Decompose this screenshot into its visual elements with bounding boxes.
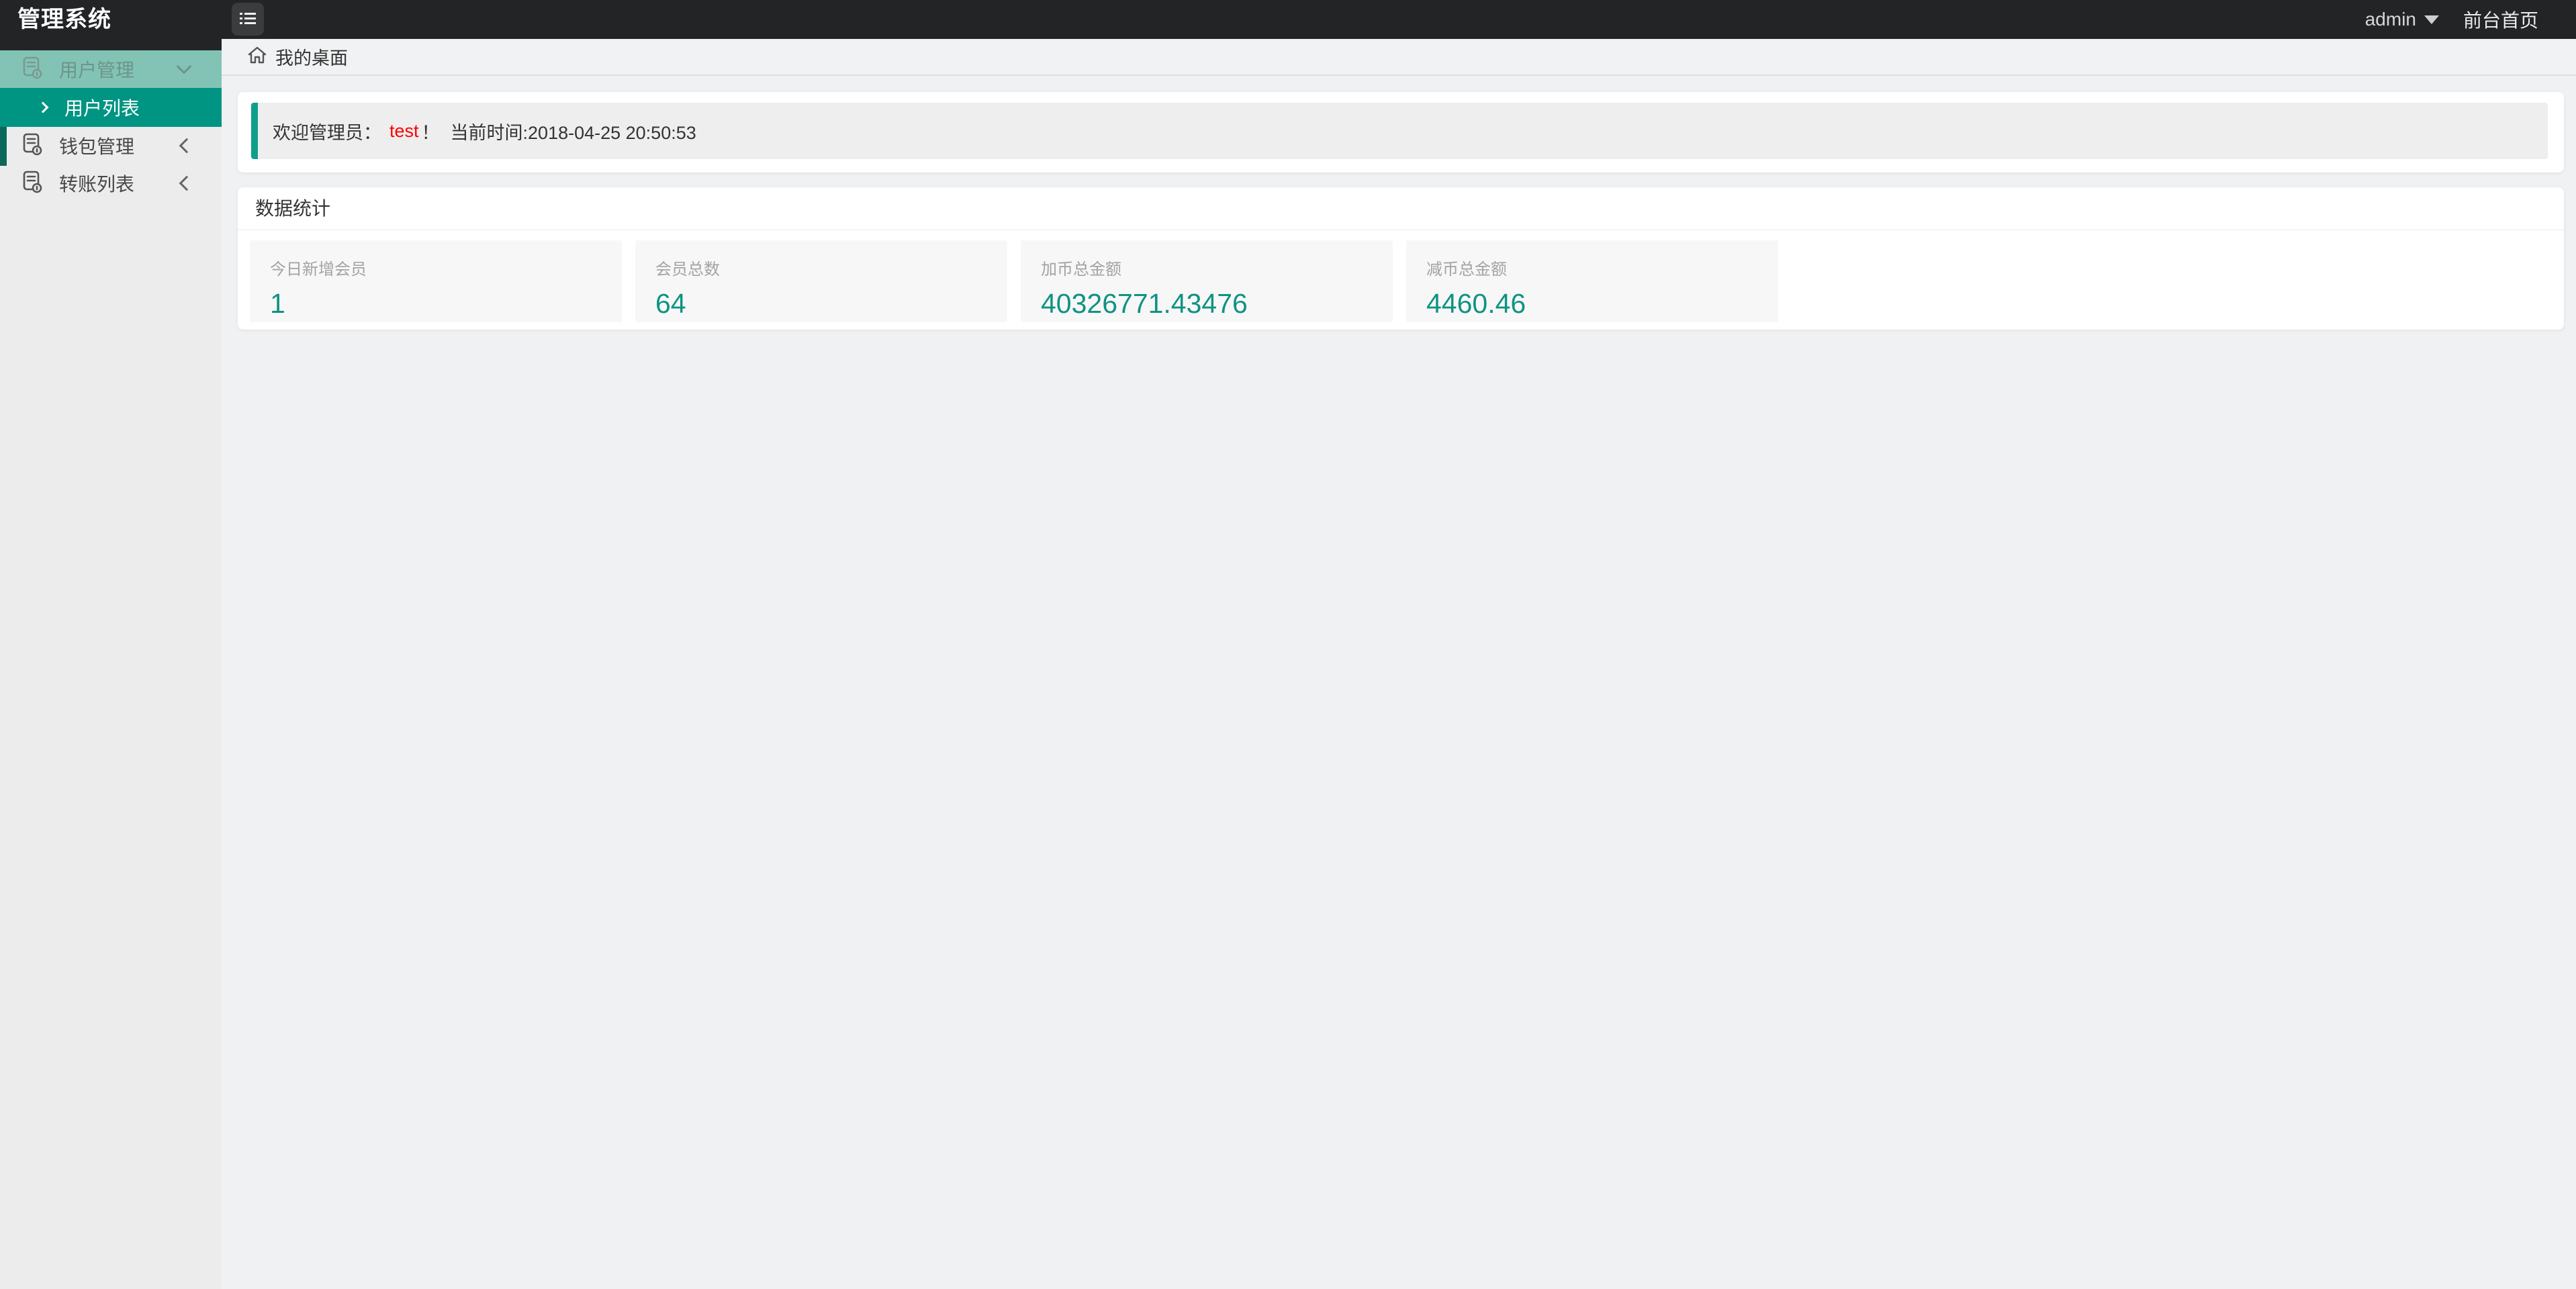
sidebar-group-transfer-list[interactable]: 转账列表 bbox=[0, 164, 222, 202]
sidebar-group-label: 转账列表 bbox=[59, 174, 135, 195]
welcome-alert: 欢迎管理员： test ！ 当前时间:2018-04-25 20:50:53 bbox=[251, 103, 2548, 159]
welcome-bang: ！ bbox=[421, 122, 440, 143]
welcome-panel: 欢迎管理员： test ！ 当前时间:2018-04-25 20:50:53 bbox=[238, 92, 2564, 173]
stat-card-total-members: 会员总数 64 bbox=[635, 240, 1007, 322]
home-icon bbox=[247, 45, 267, 68]
stats-panel: 数据统计 今日新增会员 1 会员总数 64 加币总金额 40326771.434… bbox=[238, 187, 2564, 330]
document-icon bbox=[20, 55, 44, 84]
sidebar: 用户管理 用户列表 钱包管理 转账列表 bbox=[0, 39, 222, 1289]
app-title: 管理系统 bbox=[17, 7, 111, 32]
document-icon bbox=[20, 169, 44, 198]
stat-card-new-members: 今日新增会员 1 bbox=[250, 240, 622, 322]
sidebar-group-label: 用户管理 bbox=[59, 60, 135, 81]
chevron-left-icon bbox=[179, 175, 195, 191]
current-time: 当前时间:2018-04-25 20:50:53 bbox=[450, 122, 696, 143]
frontend-home-link[interactable]: 前台首页 bbox=[2463, 6, 2538, 33]
stat-label: 今日新增会员 bbox=[270, 260, 367, 279]
sidebar-group-user-management[interactable]: 用户管理 bbox=[0, 50, 222, 88]
user-name: admin bbox=[2364, 9, 2416, 30]
stat-value: 4460.46 bbox=[1426, 288, 1526, 319]
stats-section-title: 数据统计 bbox=[238, 187, 2564, 230]
stat-label: 减币总金额 bbox=[1426, 260, 1507, 279]
welcome-username: test bbox=[389, 120, 419, 141]
stat-value: 1 bbox=[270, 288, 285, 319]
sidebar-group-wallet-management[interactable]: 钱包管理 bbox=[0, 127, 222, 164]
app-header: 管理系统 admin 前台首页 bbox=[0, 0, 2576, 39]
sidebar-menu: 用户管理 用户列表 钱包管理 转账列表 bbox=[0, 50, 222, 202]
stat-label: 加币总金额 bbox=[1041, 260, 1121, 279]
breadcrumb: 我的桌面 bbox=[222, 39, 2576, 76]
document-icon bbox=[20, 132, 44, 160]
stat-card-coins-added: 加币总金额 40326771.43476 bbox=[1021, 240, 1393, 322]
welcome-prefix: 欢迎管理员： bbox=[273, 122, 381, 143]
chevron-right-icon bbox=[37, 101, 49, 113]
stat-cards: 今日新增会员 1 会员总数 64 加币总金额 40326771.43476 减币… bbox=[238, 230, 2564, 322]
stat-value: 40326771.43476 bbox=[1041, 288, 1248, 319]
main-area: 我的桌面 欢迎管理员： test ！ 当前时间:2018-04-25 20:50… bbox=[222, 39, 2576, 1289]
sidebar-item-label: 用户列表 bbox=[64, 98, 140, 119]
sidebar-group-label: 钱包管理 bbox=[59, 136, 135, 157]
stat-label: 会员总数 bbox=[655, 260, 720, 279]
chevron-left-icon bbox=[179, 138, 195, 154]
list-icon bbox=[239, 11, 257, 28]
breadcrumb-label: 我的桌面 bbox=[275, 48, 348, 68]
sidebar-item-user-list[interactable]: 用户列表 bbox=[0, 88, 222, 127]
stat-card-coins-deducted: 减币总金额 4460.46 bbox=[1406, 240, 1778, 322]
caret-down-icon bbox=[2424, 15, 2439, 24]
stat-value: 64 bbox=[655, 288, 686, 319]
header-right: admin 前台首页 bbox=[2365, 0, 2538, 39]
content: 欢迎管理员： test ！ 当前时间:2018-04-25 20:50:53 数… bbox=[222, 76, 2576, 330]
chevron-down-icon bbox=[176, 58, 192, 75]
sidebar-top-gap bbox=[0, 39, 222, 50]
user-dropdown[interactable]: admin bbox=[2365, 9, 2439, 30]
menu-toggle-button[interactable] bbox=[232, 3, 264, 36]
